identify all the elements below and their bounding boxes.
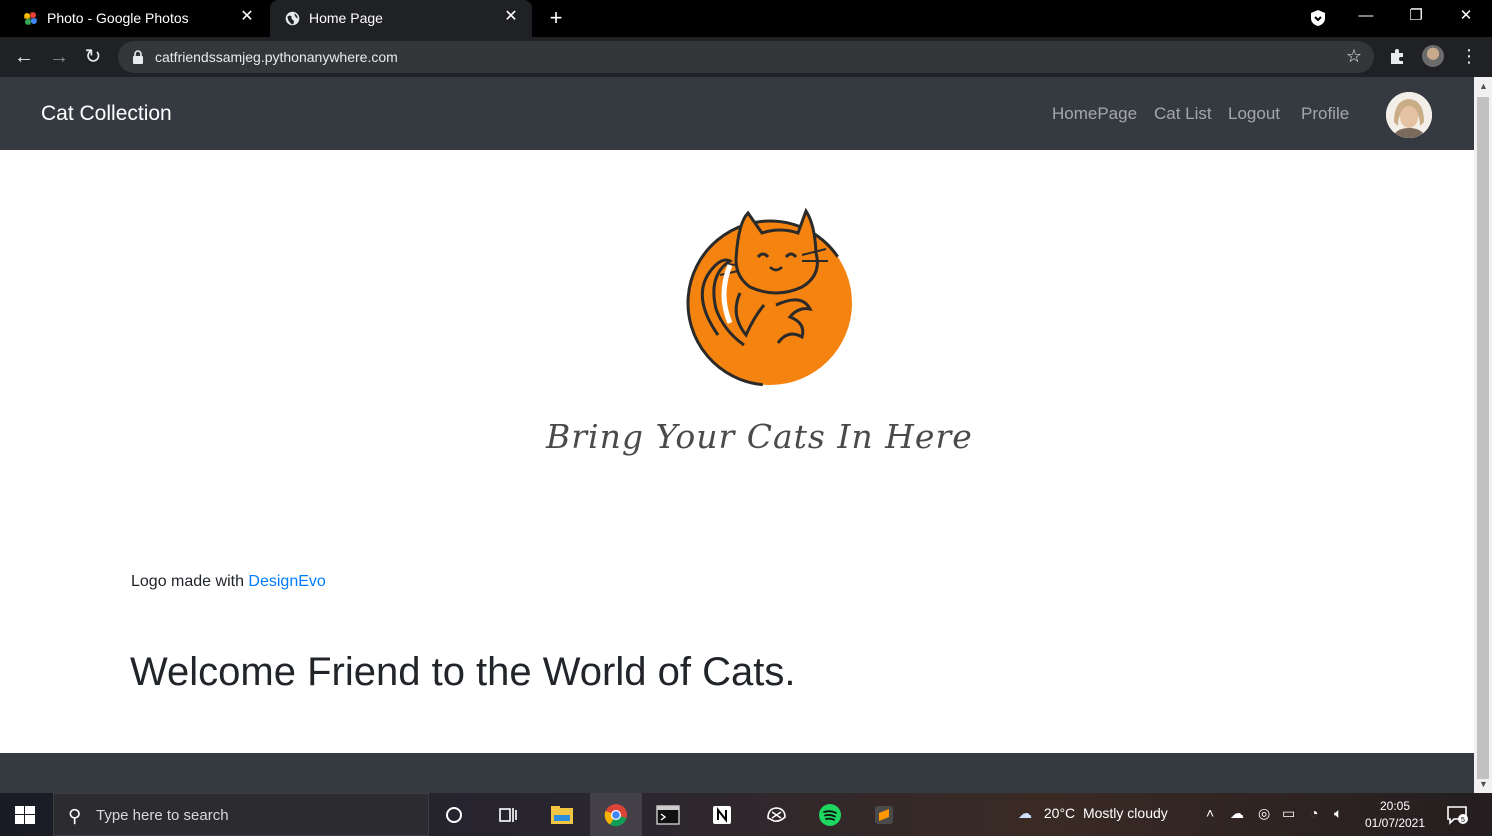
logo-tagline: Bring Your Cats In Here	[546, 417, 973, 456]
close-icon[interactable]: ✕	[502, 8, 520, 26]
site-footer	[0, 753, 1474, 793]
task-view-icon[interactable]	[482, 793, 534, 836]
notification-center-icon[interactable]: 5	[1446, 805, 1468, 825]
back-arrow-icon[interactable]: ←	[12, 45, 36, 69]
scroll-down-icon[interactable]: ▼	[1479, 779, 1488, 789]
browser-toolbar: ← → ↻ catfriendssamjeg.pythonanywhere.co…	[0, 37, 1492, 77]
logo-credit: Logo made with DesignEvo	[131, 573, 326, 591]
bookmark-star-icon[interactable]: ☆	[1346, 46, 1362, 67]
restore-button[interactable]: ❐	[1401, 6, 1431, 30]
nav-link-cat-list[interactable]: Cat List	[1154, 104, 1212, 124]
taskbar-search-input[interactable]: ⚲ Type here to search	[53, 793, 429, 836]
cloud-sun-icon: ☁	[1018, 805, 1032, 821]
reload-icon[interactable]: ↻	[81, 45, 105, 69]
clock-date: 01/07/2021	[1364, 816, 1426, 830]
forward-arrow-icon[interactable]: →	[47, 45, 71, 69]
address-bar[interactable]: catfriendssamjeg.pythonanywhere.com ☆	[118, 41, 1374, 73]
tab-home-page[interactable]: Home Page ✕	[270, 0, 532, 37]
file-explorer-icon[interactable]	[536, 793, 588, 836]
sublime-text-icon[interactable]	[858, 793, 910, 836]
clock-time: 20:05	[1379, 799, 1411, 813]
url-text[interactable]: catfriendssamjeg.pythonanywhere.com	[155, 49, 398, 65]
search-placeholder: Type here to search	[96, 807, 229, 824]
extensions-puzzle-icon[interactable]	[1388, 46, 1408, 66]
new-tab-button[interactable]: +	[544, 6, 568, 30]
credit-text: Logo made with	[131, 573, 249, 590]
tab-title: Photo - Google Photos	[47, 10, 189, 26]
wifi-icon[interactable]: ◔	[1310, 805, 1318, 821]
browser-profile-avatar[interactable]	[1422, 45, 1444, 67]
nav-link-homepage[interactable]: HomePage	[1052, 104, 1137, 124]
notion-icon[interactable]	[696, 793, 748, 836]
page-scrollbar[interactable]: ▲ ▼	[1474, 77, 1492, 793]
user-avatar[interactable]	[1386, 92, 1432, 138]
more-menu-icon[interactable]: ⋮	[1460, 44, 1478, 68]
notification-count: 5	[1461, 817, 1465, 824]
terminal-icon[interactable]	[642, 793, 694, 836]
volume-icon[interactable]: 🔈︎	[1334, 805, 1342, 822]
search-icon: ⚲	[68, 806, 82, 826]
welcome-heading: Welcome Friend to the World of Cats.	[130, 650, 796, 694]
weather-text: Mostly cloudy	[1082, 805, 1168, 821]
page-viewport: Cat Collection HomePage Cat List Logout …	[0, 77, 1474, 793]
tab-google-photos[interactable]: Photo - Google Photos ✕	[0, 0, 268, 37]
designevo-link[interactable]: DesignEvo	[248, 573, 325, 590]
spotify-icon[interactable]	[804, 793, 856, 836]
nav-link-logout[interactable]: Logout	[1228, 104, 1280, 124]
nav-link-profile[interactable]: Profile	[1301, 104, 1349, 124]
brand-link[interactable]: Cat Collection	[41, 102, 172, 126]
meet-now-icon[interactable]: ◎	[1258, 805, 1270, 822]
onedrive-cloud-icon[interactable]: ☁	[1230, 805, 1244, 822]
extension-shield-icon[interactable]	[1309, 9, 1327, 27]
taskbar-clock[interactable]: 20:05 01/07/2021	[1360, 798, 1430, 832]
tab-strip: Photo - Google Photos ✕ Home Page ✕ + — …	[0, 0, 1492, 37]
minimize-button[interactable]: —	[1351, 6, 1381, 30]
windows-start-icon[interactable]	[15, 806, 35, 824]
lock-icon[interactable]	[132, 50, 144, 64]
battery-icon[interactable]: ▭	[1282, 805, 1295, 822]
tab-title: Home Page	[309, 10, 383, 26]
windows-taskbar: ⚲ Type here to search ☁ 20°C Mostly clou…	[0, 793, 1492, 836]
cortana-icon[interactable]	[428, 793, 480, 836]
scrollbar-thumb[interactable]	[1477, 97, 1489, 779]
tortoise-git-icon[interactable]	[750, 793, 802, 836]
globe-icon	[285, 11, 300, 26]
chrome-icon[interactable]	[590, 793, 642, 836]
google-photos-icon	[23, 11, 38, 26]
site-navbar: Cat Collection HomePage Cat List Logout …	[0, 77, 1474, 150]
close-icon[interactable]: ✕	[238, 8, 256, 26]
scroll-up-icon[interactable]: ▲	[1479, 81, 1488, 91]
weather-temp: 20°C	[1043, 805, 1076, 821]
close-window-button[interactable]: ✕	[1451, 6, 1481, 30]
tray-chevron-up-icon[interactable]: ˄	[1206, 805, 1214, 821]
weather-widget[interactable]: ☁ 20°C Mostly cloudy	[1018, 805, 1168, 822]
